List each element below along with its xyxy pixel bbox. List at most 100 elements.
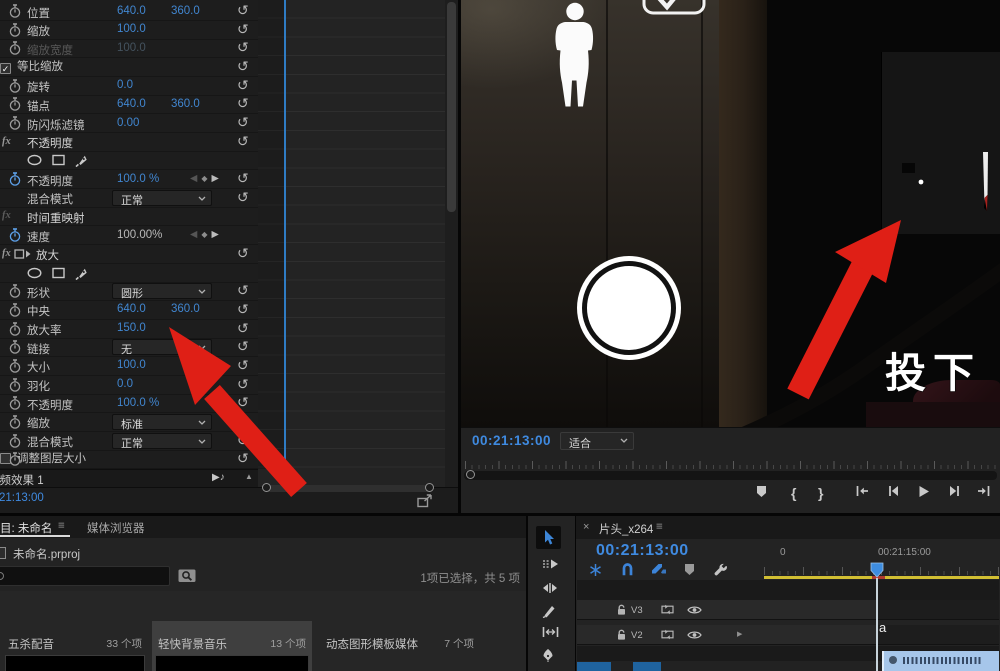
expand-arrow-icon[interactable]: ▶ <box>737 630 742 638</box>
reset-icon[interactable]: ↺ <box>237 77 249 94</box>
track-toggle-strip[interactable] <box>633 662 661 671</box>
zoom-scrollbar[interactable] <box>262 483 434 493</box>
reset-icon[interactable]: ↺ <box>237 245 249 262</box>
stopwatch-icon[interactable] <box>9 415 21 429</box>
prev-keyframe-icon[interactable]: ◀ <box>190 173 197 184</box>
stopwatch-icon[interactable] <box>9 396 21 410</box>
pen-mask-icon[interactable] <box>75 267 87 280</box>
step-forward-button[interactable] <box>949 485 960 497</box>
sync-lock-icon[interactable] <box>661 629 674 640</box>
go-to-out-button[interactable] <box>977 485 991 497</box>
property-value-2[interactable]: 360.0 <box>171 303 200 315</box>
property-value[interactable]: 100.0 % <box>117 397 159 409</box>
reset-icon[interactable]: ↺ <box>237 338 249 355</box>
ripple-edit-tool[interactable] <box>542 582 558 594</box>
reset-icon[interactable]: ↺ <box>237 432 249 449</box>
pen-tool[interactable] <box>542 648 554 662</box>
next-keyframe-icon[interactable]: ▶ <box>211 229 218 240</box>
property-value[interactable]: 640.0 <box>117 98 146 110</box>
audio-effects-section-header[interactable]: 音频效果 1 ▶♪ <box>0 469 258 487</box>
fx-badge-icon[interactable]: fx <box>2 136 11 147</box>
property-value[interactable]: 150.0 <box>117 322 146 334</box>
stopwatch-icon[interactable] <box>9 434 21 448</box>
scrollbar-up-arrow[interactable]: ▲ <box>245 472 253 481</box>
slip-tool[interactable] <box>542 626 559 638</box>
track-toggle-strip[interactable] <box>577 662 611 671</box>
panel-menu-icon[interactable]: ≡ <box>58 520 65 532</box>
effect-controls-playhead[interactable] <box>284 0 286 469</box>
search-input[interactable] <box>0 566 170 586</box>
selection-tool[interactable] <box>536 526 561 549</box>
panel-menu-icon[interactable]: ≡ <box>656 521 663 533</box>
property-value[interactable]: 100.0 <box>117 359 146 371</box>
linked-selection-button[interactable] <box>651 563 667 575</box>
close-icon[interactable]: × <box>583 521 589 533</box>
bin-thumbnail[interactable] <box>155 655 309 671</box>
nest-sequence-toggle-button[interactable] <box>589 563 602 577</box>
zoom-handle-left[interactable] <box>262 483 271 492</box>
go-to-in-button[interactable] <box>855 485 869 497</box>
lock-icon[interactable] <box>616 604 627 616</box>
mark-in-button[interactable]: { <box>791 485 796 501</box>
timeline-track-row[interactable]: V2 ▶ <box>577 625 999 645</box>
checkbox[interactable]: ✓ <box>0 63 11 74</box>
property-value[interactable]: 0.0 <box>117 79 133 91</box>
tab-project[interactable]: 目: 未命名 <box>0 520 52 536</box>
keyframe-navigator[interactable]: ◀ ◆ ▶ <box>190 229 234 240</box>
property-checkbox[interactable]: ✓等比缩放 <box>0 61 63 73</box>
property-value[interactable]: 100.0 <box>117 42 146 54</box>
reset-icon[interactable]: ↺ <box>237 21 249 38</box>
property-value[interactable]: 100.00% <box>117 229 162 241</box>
sync-lock-icon[interactable] <box>661 604 674 615</box>
reset-icon[interactable]: ↺ <box>237 282 249 299</box>
stopwatch-icon[interactable] <box>9 23 21 37</box>
timeline-playhead-handle[interactable] <box>870 562 884 578</box>
project-file-name[interactable]: 未命名.prproj <box>13 546 80 562</box>
add-marker-button[interactable] <box>684 563 695 576</box>
add-keyframe-icon[interactable]: ◆ <box>201 174 207 183</box>
reset-icon[interactable]: ↺ <box>237 58 249 75</box>
stopwatch-icon[interactable] <box>9 172 21 186</box>
program-mini-ruler[interactable] <box>465 455 997 469</box>
next-keyframe-icon[interactable]: ▶ <box>211 173 218 184</box>
stopwatch-icon[interactable] <box>9 284 21 298</box>
reset-icon[interactable]: ↺ <box>237 413 249 430</box>
zoom-level-dropdown[interactable]: 适合 <box>560 432 634 450</box>
eye-icon[interactable] <box>687 630 702 640</box>
project-bin-item[interactable]: 五杀配音 33 个项 <box>2 624 148 671</box>
prev-keyframe-icon[interactable]: ◀ <box>190 229 197 240</box>
timeline-playhead-line[interactable] <box>876 578 878 671</box>
stopwatch-icon[interactable] <box>9 452 21 466</box>
tab-media-browser[interactable]: 媒体浏览器 <box>87 520 145 536</box>
lock-icon[interactable] <box>616 629 627 641</box>
property-value[interactable]: 100.0 <box>117 23 146 35</box>
property-value[interactable]: 0.0 <box>117 378 133 390</box>
timeline-settings-button[interactable] <box>713 563 728 578</box>
stopwatch-icon[interactable] <box>9 116 21 130</box>
rect-mask-icon[interactable] <box>52 267 65 280</box>
ellipse-mask-icon[interactable] <box>27 267 42 280</box>
stopwatch-icon[interactable] <box>9 41 21 55</box>
reset-icon[interactable]: ↺ <box>237 301 249 318</box>
stopwatch-icon[interactable] <box>9 79 21 93</box>
fx-badge-icon[interactable]: fx <box>2 210 11 221</box>
zoom-scrollbar-track[interactable] <box>266 485 430 492</box>
project-bin-item[interactable]: 动态图形模板媒体 7 个项 <box>320 624 480 671</box>
property-dropdown[interactable]: 圆形 <box>112 283 212 299</box>
timeline-clip[interactable] <box>882 651 999 671</box>
stopwatch-icon[interactable] <box>9 228 21 242</box>
reset-icon[interactable]: ↺ <box>237 2 249 19</box>
pen-mask-icon[interactable] <box>75 154 87 167</box>
reset-icon[interactable]: ↺ <box>237 357 249 374</box>
reset-icon[interactable]: ↺ <box>237 394 249 411</box>
pan-view-icon[interactable] <box>417 494 433 508</box>
stopwatch-icon[interactable] <box>9 97 21 111</box>
effect-controls-timecode[interactable]: 00:21:13:00 <box>0 492 44 504</box>
program-scrubber[interactable] <box>464 471 997 480</box>
reset-icon[interactable]: ↺ <box>237 170 249 187</box>
property-value[interactable]: 0.00 <box>117 117 139 129</box>
stopwatch-icon[interactable] <box>9 303 21 317</box>
program-timecode[interactable]: 00:21:13:00 <box>472 433 551 448</box>
add-keyframe-icon[interactable]: ◆ <box>201 230 207 239</box>
stopwatch-icon[interactable] <box>9 378 21 392</box>
